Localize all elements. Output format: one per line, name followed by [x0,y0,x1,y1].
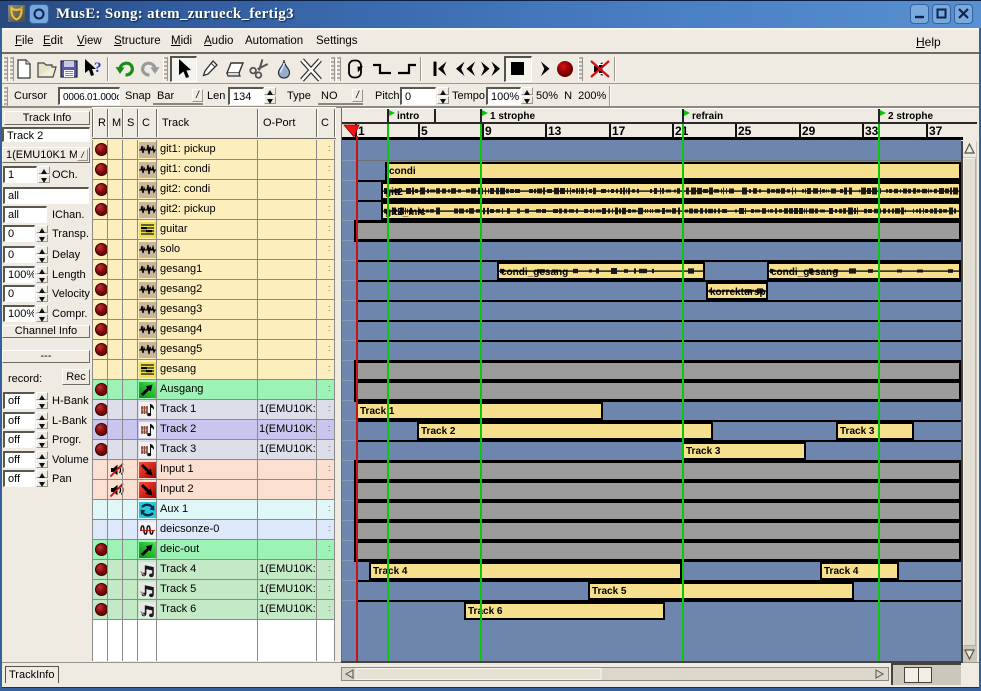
svg-text:?: ? [94,60,102,76]
